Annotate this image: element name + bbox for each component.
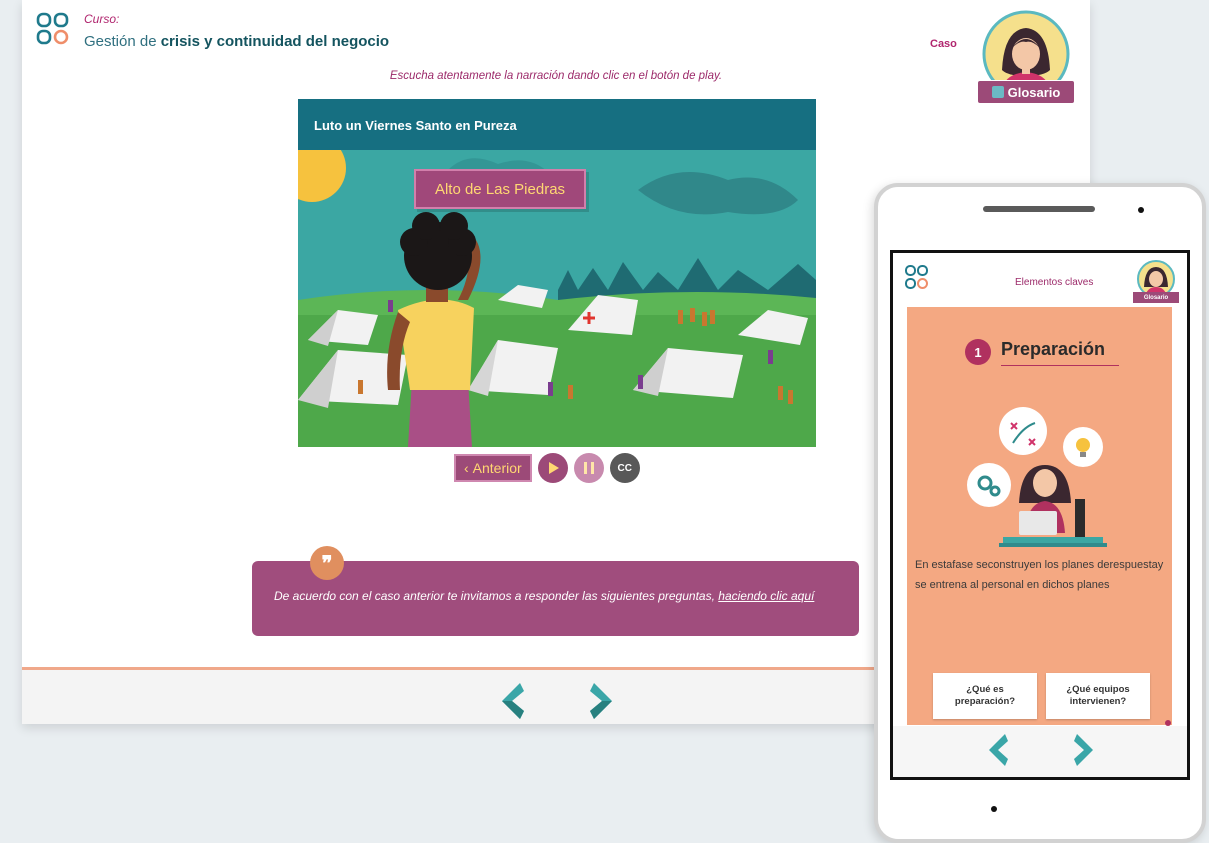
story-slide: Luto un Viernes Santo en Pureza Alto de … [298, 99, 816, 447]
mobile-logo-icon [905, 265, 928, 289]
step-number-badge: 1 [965, 339, 991, 365]
mobile-body-text: En estafase seconstruyen los planes dere… [915, 559, 1164, 591]
mobile-glosario-button[interactable]: Glosario [1133, 292, 1179, 303]
instruction-text: Escucha atentamente la narración dando c… [389, 70, 723, 82]
quote-text: De acuerdo con el caso anterior te invit… [274, 589, 719, 603]
course-title: Gestión de crisis y continuidad del nego… [84, 33, 389, 50]
course-logo-icon [36, 12, 69, 45]
chevron-left-icon: ‹ [464, 460, 469, 476]
mobile-next-arrow-icon[interactable] [1073, 732, 1097, 768]
woman-at-laptop-illustration [967, 407, 1107, 547]
glosario-button[interactable]: Glosario [977, 80, 1075, 104]
pause-icon [583, 462, 594, 474]
course-label: Curso: [84, 12, 120, 26]
step-title: Preparación [1001, 339, 1106, 359]
quote-box: De acuerdo con el caso anterior te invit… [252, 561, 859, 636]
mobile-prev-arrow-icon[interactable] [985, 732, 1009, 768]
closed-captions-button[interactable]: CC [609, 453, 640, 483]
step-title-underline [1001, 365, 1119, 366]
play-icon [548, 462, 559, 474]
book-icon [991, 86, 1004, 98]
course-title-prefix: Gestión de [84, 33, 161, 50]
slide-title: Luto un Viernes Santo en Pureza [298, 99, 816, 150]
course-title-emphasis: crisis y continuidad del negocio [160, 33, 390, 50]
que-equipos-intervienen-button[interactable]: ¿Qué equipos intervienen? [1046, 673, 1150, 719]
phone-camera [1138, 207, 1144, 213]
previous-label: Anterior [472, 460, 522, 476]
nav-next-arrow-icon[interactable] [588, 681, 618, 721]
caso-label: Caso [930, 38, 957, 50]
play-button[interactable] [537, 453, 568, 483]
pause-button[interactable] [573, 453, 604, 483]
mobile-header-title: Elementos claves [1015, 277, 1094, 288]
que-es-preparacion-button[interactable]: ¿Qué es preparación? [933, 673, 1037, 719]
mobile-content-panel: 1 Preparación En estafase seconstruyen l… [907, 307, 1172, 725]
place-tag: Alto de Las Piedras [414, 169, 586, 209]
quote-link[interactable]: haciendo clic aquí [718, 589, 814, 603]
mobile-footer-bar [893, 726, 1187, 777]
nav-prev-arrow-icon[interactable] [496, 681, 526, 721]
player-controls: ‹ Anterior CC [454, 453, 640, 483]
phone-screen: Elementos claves Glosario 1 Preparación [890, 250, 1190, 780]
phone-speaker [983, 206, 1095, 212]
quote-icon: ❞ [310, 546, 344, 580]
glosario-label: Glosario [1007, 84, 1061, 100]
previous-button[interactable]: ‹ Anterior [454, 454, 532, 482]
phone-home-button[interactable] [991, 806, 997, 812]
